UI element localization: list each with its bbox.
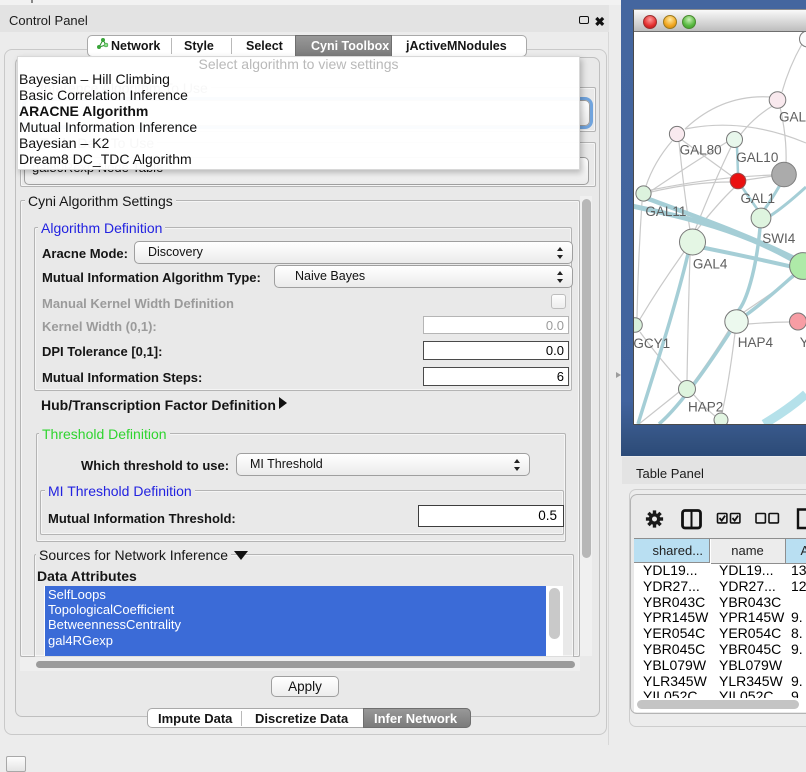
svg-text:GAL1: GAL1 [741,191,776,206]
svg-text:HAP4: HAP4 [738,335,774,350]
svg-text:GCY1: GCY1 [634,336,670,351]
svg-text:Y: Y [800,335,806,350]
svg-text:SWI4: SWI4 [762,231,795,246]
svg-text:GAL80: GAL80 [680,143,722,158]
svg-text:GAL11: GAL11 [645,204,686,219]
svg-text:HAP2: HAP2 [688,400,723,415]
svg-text:GAL2: GAL2 [779,110,806,125]
svg-text:GAL4: GAL4 [693,257,728,272]
svg-text:GAL10: GAL10 [736,150,778,165]
